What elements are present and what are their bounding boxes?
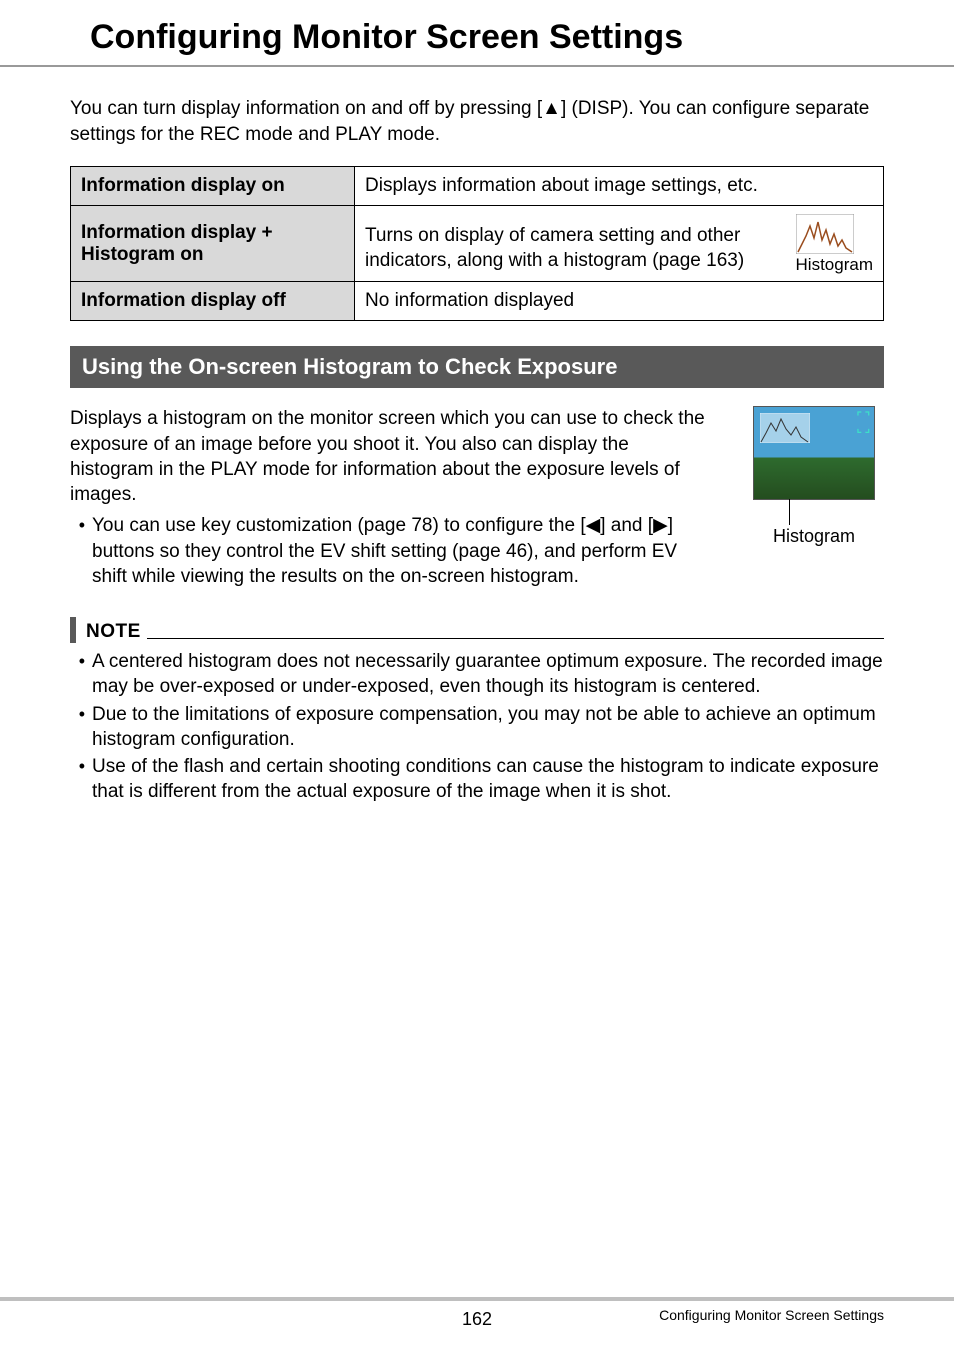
histogram-icon-caption: Histogram xyxy=(796,255,873,274)
intro-paragraph: You can turn display information on and … xyxy=(70,96,884,147)
callout-line xyxy=(789,499,790,525)
option-description-text: Turns on display of camera setting and o… xyxy=(365,224,786,273)
list-item: Use of the flash and certain shooting co… xyxy=(90,754,884,805)
focus-frame-icon: ⌜ ⌝⌞ ⌟ xyxy=(857,411,870,435)
page-title: Configuring Monitor Screen Settings xyxy=(90,18,884,57)
list-item: You can use key customization (page 78) … xyxy=(90,513,714,589)
note-rule-line xyxy=(147,638,884,639)
up-arrow-icon: ▲ xyxy=(542,96,561,122)
option-description: No information displayed xyxy=(355,282,884,321)
page-footer: 162 Configuring Monitor Screen Settings xyxy=(0,1297,954,1323)
histogram-icon-block: Histogram xyxy=(796,214,873,273)
right-arrow-icon: ▶ xyxy=(653,513,668,538)
page: Configuring Monitor Screen Settings You … xyxy=(0,0,954,1357)
left-arrow-icon: ◀ xyxy=(586,513,601,538)
option-description: Displays information about image setting… xyxy=(355,167,884,206)
option-description-with-icon: Turns on display of camera setting and o… xyxy=(355,206,884,282)
section-paragraph: Displays a histogram on the monitor scre… xyxy=(70,406,714,507)
table-row: Information display + Histogram on Turns… xyxy=(71,206,884,282)
section-bullets: You can use key customization (page 78) … xyxy=(70,513,714,589)
cell-flex: Turns on display of camera setting and o… xyxy=(365,214,873,273)
option-label: Information display on xyxy=(71,167,355,206)
intro-text-pre: You can turn display information on and … xyxy=(70,98,542,119)
monitor-thumbnail: ⌜ ⌝⌞ ⌟ xyxy=(753,406,875,500)
note-label: NOTE xyxy=(86,621,141,643)
thumbnail-column: ⌜ ⌝⌞ ⌟ Histogram xyxy=(744,406,884,547)
histogram-overlay-icon xyxy=(760,413,810,443)
table-row: Information display on Displays informat… xyxy=(71,167,884,206)
option-label: Information display off xyxy=(71,282,355,321)
options-table: Information display on Displays informat… xyxy=(70,166,884,321)
bullet-text-mid1: ] and [ xyxy=(600,515,653,536)
note-accent-bar xyxy=(70,617,76,643)
note-heading: NOTE xyxy=(70,617,884,643)
table-row: Information display off No information d… xyxy=(71,282,884,321)
histogram-icon xyxy=(796,214,854,254)
content-area: You can turn display information on and … xyxy=(0,67,954,805)
page-number: 162 xyxy=(0,1309,954,1330)
title-block: Configuring Monitor Screen Settings xyxy=(0,0,954,67)
section-text-column: Displays a histogram on the monitor scre… xyxy=(70,406,714,591)
list-item: A centered histogram does not necessaril… xyxy=(90,649,884,700)
list-item: Due to the limitations of exposure compe… xyxy=(90,702,884,753)
note-list: A centered histogram does not necessaril… xyxy=(70,649,884,805)
option-label: Information display + Histogram on xyxy=(71,206,355,282)
bullet-text-pre: You can use key customization (page 78) … xyxy=(92,515,586,536)
two-column-row: Displays a histogram on the monitor scre… xyxy=(70,406,884,591)
section-heading: Using the On-screen Histogram to Check E… xyxy=(70,346,884,388)
thumbnail-caption: Histogram xyxy=(744,526,884,547)
